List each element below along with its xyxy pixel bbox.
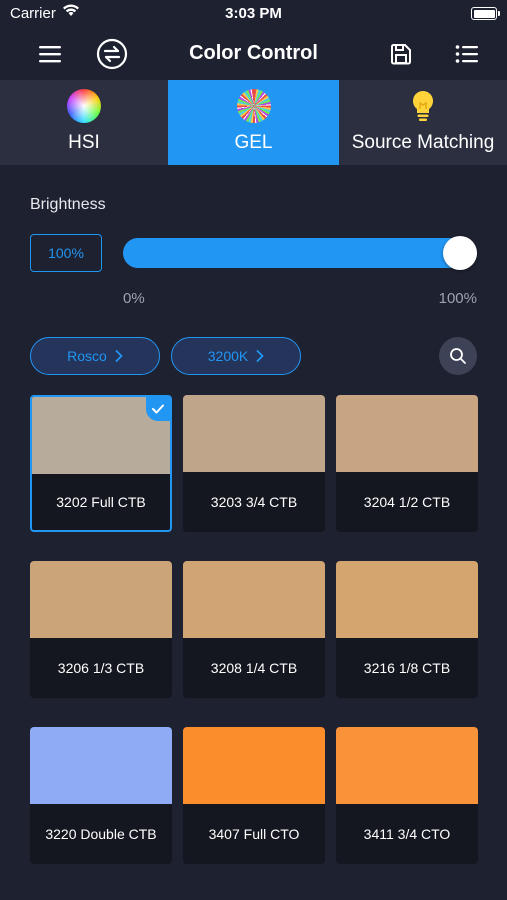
gel-name: 3407 Full CTO <box>208 825 300 842</box>
gel-name: 3220 Double CTB <box>45 825 157 842</box>
list-button[interactable] <box>449 36 485 72</box>
save-button[interactable] <box>383 36 419 72</box>
search-button[interactable] <box>439 337 477 375</box>
gel-swatch <box>30 727 172 804</box>
gel-card[interactable]: 3206 1/3 CTB <box>30 561 172 698</box>
tab-gel[interactable]: GEL <box>168 80 339 165</box>
gel-name: 3202 Full CTB <box>56 493 146 510</box>
mode-tabs: HSI GEL Source Matching <box>0 80 507 165</box>
tab-label: GEL <box>234 132 273 153</box>
gel-card[interactable]: 3411 3/4 CTO <box>336 727 478 864</box>
brand-filter-label: Rosco <box>67 348 107 364</box>
gel-card[interactable]: 3203 3/4 CTB <box>183 395 325 532</box>
slider-max-label: 100% <box>438 290 477 307</box>
gel-card[interactable]: 3208 1/4 CTB <box>183 561 325 698</box>
status-bar: Carrier 3:03 PM <box>0 0 507 28</box>
menu-button[interactable] <box>32 36 68 72</box>
list-icon <box>455 45 478 63</box>
gel-swatch <box>183 561 325 638</box>
status-time: 3:03 PM <box>225 5 282 22</box>
gel-swatch-icon <box>236 89 271 123</box>
nav-bar: Color Control <box>0 28 507 80</box>
gel-swatch <box>336 561 478 638</box>
gel-swatch <box>183 727 325 804</box>
slider-fill <box>123 238 477 268</box>
brightness-slider[interactable] <box>123 236 477 270</box>
brightness-value-field[interactable]: 100% <box>30 234 102 272</box>
battery-icon <box>471 7 500 20</box>
temperature-filter-label: 3200K <box>207 348 249 364</box>
gel-name: 3206 1/3 CTB <box>57 659 145 676</box>
gel-card[interactable]: 3204 1/2 CTB <box>336 395 478 532</box>
search-icon <box>450 348 466 364</box>
bulb-icon <box>406 89 440 123</box>
gel-swatch <box>183 395 325 472</box>
gel-swatch <box>336 395 478 472</box>
tab-hsi[interactable]: HSI <box>0 80 168 165</box>
page-title: Color Control <box>189 42 318 64</box>
gel-card[interactable]: 3220 Double CTB <box>30 727 172 864</box>
brightness-label: Brightness <box>30 196 106 213</box>
chevron-right-icon <box>115 350 123 362</box>
gel-name: 3411 3/4 CTO <box>363 825 451 842</box>
tab-label: Source Matching <box>351 132 495 153</box>
hamburger-icon <box>39 46 61 63</box>
tab-label: HSI <box>68 132 100 153</box>
gel-name: 3208 1/4 CTB <box>210 659 298 676</box>
gel-card[interactable]: 3216 1/8 CTB <box>336 561 478 698</box>
chevron-right-icon <box>256 350 264 362</box>
gel-swatch <box>336 727 478 804</box>
gel-name: 3204 1/2 CTB <box>363 493 451 510</box>
slider-min-label: 0% <box>123 290 145 307</box>
selected-check-icon <box>146 397 170 421</box>
gel-swatch <box>30 561 172 638</box>
brand-filter-chip[interactable]: Rosco <box>30 337 160 375</box>
swap-arrows-icon <box>96 38 128 70</box>
gel-name: 3203 3/4 CTB <box>210 493 298 510</box>
color-wheel-icon <box>67 89 101 123</box>
switch-button[interactable] <box>94 36 130 72</box>
slider-thumb[interactable] <box>443 236 477 270</box>
gel-name: 3216 1/8 CTB <box>363 659 451 676</box>
tab-source-matching[interactable]: Source Matching <box>339 80 507 165</box>
temperature-filter-chip[interactable]: 3200K <box>171 337 301 375</box>
gel-card[interactable]: 3407 Full CTO <box>183 727 325 864</box>
save-icon <box>391 44 411 65</box>
gel-card[interactable]: 3202 Full CTB <box>30 395 172 532</box>
